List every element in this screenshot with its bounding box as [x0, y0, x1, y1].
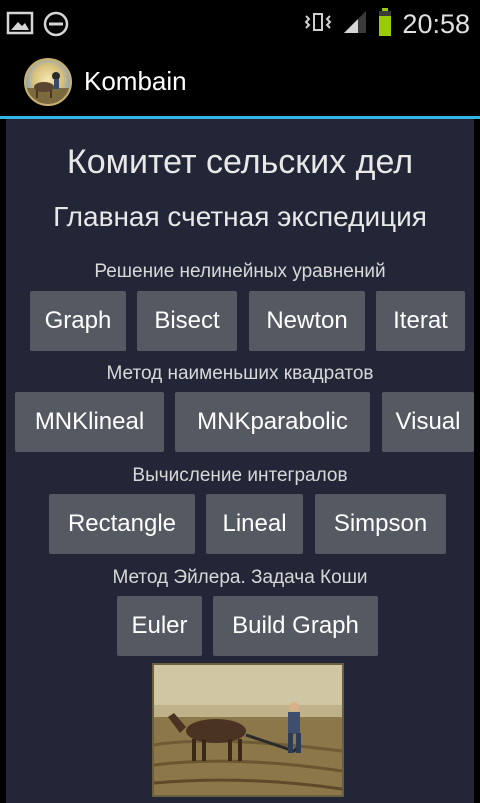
bisect-button[interactable]: Bisect — [137, 291, 237, 351]
newton-button[interactable]: Newton — [249, 291, 365, 351]
button-row-nonlinear: Graph Bisect Newton Iterat — [6, 291, 474, 351]
rectangle-button[interactable]: Rectangle — [49, 494, 195, 554]
button-row-euler: Euler Build Graph — [6, 596, 474, 656]
button-row-integrals: Rectangle Lineal Simpson — [6, 494, 474, 554]
status-bar: 20:58 — [0, 0, 480, 48]
page-title: Комитет сельских дел — [66, 143, 414, 181]
section-label-integrals: Вычисление интегралов — [132, 465, 348, 486]
simpson-button[interactable]: Simpson — [315, 494, 446, 554]
image-icon — [6, 10, 34, 43]
build-graph-button[interactable]: Build Graph — [213, 596, 378, 656]
clock: 20:58 — [402, 9, 470, 39]
lineal-button[interactable]: Lineal — [206, 494, 303, 554]
mnkparabolic-button[interactable]: MNKparabolic — [175, 392, 370, 452]
app-title: Kombain — [84, 66, 187, 96]
visual-button[interactable]: Visual — [382, 392, 474, 452]
section-label-euler: Метод Эйлера. Задача Коши — [112, 567, 368, 588]
signal-icon — [342, 9, 368, 40]
mnklineal-button[interactable]: MNKlineal — [15, 392, 164, 452]
button-row-least-squares: MNKlineal MNKparabolic Visual — [6, 392, 474, 452]
page-subtitle: Главная счетная экспедиция — [53, 201, 427, 232]
battery-icon — [378, 8, 392, 41]
graph-button[interactable]: Graph — [30, 291, 126, 351]
iterat-button[interactable]: Iterat — [376, 291, 465, 351]
vibrate-icon — [304, 10, 332, 39]
dnd-icon — [42, 10, 70, 43]
action-bar: Kombain — [0, 48, 480, 116]
main-content: Комитет сельских дел Главная счетная экс… — [6, 119, 474, 803]
section-label-nonlinear: Решение нелинейных уравнений — [94, 261, 386, 282]
section-label-least-squares: Метод наименьших квадратов — [106, 363, 374, 384]
plowing-painting-image — [152, 663, 344, 797]
euler-button[interactable]: Euler — [117, 596, 202, 656]
app-logo-icon[interactable] — [24, 58, 72, 106]
